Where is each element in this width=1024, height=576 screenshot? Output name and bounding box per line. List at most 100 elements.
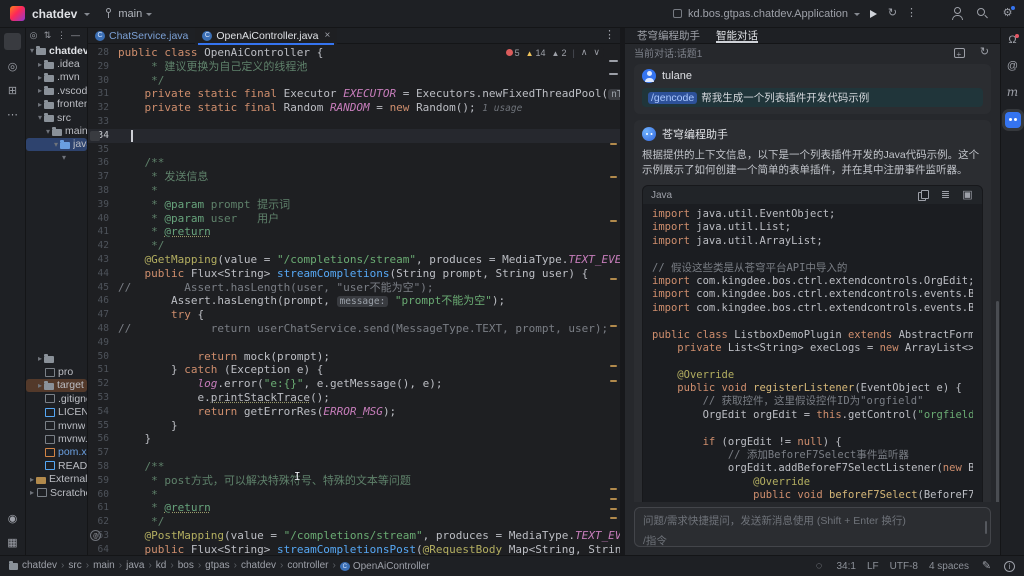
run-config-name[interactable]: kd.bos.gtpas.chatdev.Application — [688, 8, 848, 20]
tree-item[interactable]: .gitignore — [26, 392, 87, 405]
settings-icon[interactable]: ⚙ — [1001, 7, 1014, 20]
editor-line[interactable]: 54 return getErrorRes(ERROR_MSG); — [88, 405, 620, 419]
line-number[interactable]: 42 — [88, 239, 118, 253]
warning-count[interactable]: ▲14 — [526, 48, 546, 58]
breadcrumb-item[interactable]: java — [126, 560, 144, 571]
editor-line[interactable]: 40 * @param user 用户 — [88, 212, 620, 226]
breadcrumb-item[interactable]: controller — [287, 560, 328, 571]
tree-item[interactable]: LICENSE — [26, 406, 87, 419]
breadcrumb-item[interactable]: gtpas — [205, 560, 229, 571]
maven-icon[interactable]: m — [1006, 86, 1019, 99]
editor-line[interactable]: 61 * @return — [88, 501, 620, 515]
line-number[interactable]: 32 — [88, 101, 118, 115]
edit-mode-icon[interactable]: ✎ — [980, 560, 993, 573]
tree-item[interactable]: ▸ — [26, 352, 87, 365]
editor-line[interactable]: 29 * 建议更换为自己定义的线程池 — [88, 60, 620, 74]
line-number[interactable]: 46 — [88, 294, 118, 308]
editor-line[interactable]: 39 * @param prompt 提示词 — [88, 198, 620, 212]
tab-openaicontroller[interactable]: C OpenAiController.java × — [195, 28, 337, 44]
editor-line[interactable]: 51 } catch (Exception e) { — [88, 363, 620, 377]
tree-item[interactable]: ▸External Libraries — [26, 473, 87, 486]
breadcrumb-item[interactable]: chatdev — [241, 560, 276, 571]
line-number[interactable]: 56 — [88, 432, 118, 446]
line-number[interactable]: 61 — [88, 501, 118, 515]
tree-item[interactable]: ▸.vscode — [26, 84, 87, 97]
add-user-icon[interactable] — [951, 7, 964, 20]
tree-item[interactable]: ▾src — [26, 111, 87, 124]
run-icon[interactable] — [867, 7, 880, 20]
editor-line[interactable]: 56 } — [88, 432, 620, 446]
editor-line[interactable]: 41 * @return — [88, 225, 620, 239]
rerun-icon[interactable]: ↻ — [886, 7, 899, 20]
editor-line[interactable]: 48// return userChatService.send(Message… — [88, 322, 620, 336]
chat-scrollbar[interactable] — [996, 301, 999, 502]
inspections-widget[interactable]: 5 ▲14 ▲2 | ∧ ∨ — [502, 47, 604, 58]
weak-warning-count[interactable]: ▲2 — [552, 48, 567, 58]
tree-item[interactable]: ▸Scratches and Consoles — [26, 486, 87, 499]
prev-problem-icon[interactable]: ∧ — [581, 47, 588, 58]
tree-item[interactable]: ▾java — [26, 138, 87, 151]
editor-line[interactable]: 52 log.error("e:{}", e.getMessage(), e); — [88, 377, 620, 391]
terminal-icon[interactable]: ▦ — [6, 537, 19, 550]
breadcrumb-item[interactable]: main — [93, 560, 115, 571]
inline-ai-icon[interactable]: @ — [90, 530, 101, 541]
breadcrumb-item[interactable]: bos — [178, 560, 194, 571]
editor-line[interactable]: 50 return mock(prompt); — [88, 350, 620, 364]
editor-line[interactable]: 59 * post方式，可以解决特殊符号、特殊的文本等问题 — [88, 474, 620, 488]
new-chat-icon[interactable] — [953, 46, 966, 59]
ide-logo-icon[interactable] — [10, 6, 25, 21]
editor-line[interactable]: 35 — [88, 143, 620, 157]
line-number[interactable]: 34 — [88, 129, 118, 143]
input-scrollbar[interactable] — [985, 521, 988, 534]
error-count[interactable]: 5 — [506, 48, 520, 58]
editor-line[interactable]: 47 try { — [88, 308, 620, 322]
info-icon[interactable] — [1004, 561, 1015, 572]
line-number[interactable]: 60 — [88, 488, 118, 502]
diff-icon[interactable]: ≣ — [939, 189, 952, 202]
line-number[interactable]: 45 — [88, 281, 118, 295]
more-icon[interactable]: ⋯ — [6, 109, 19, 122]
editor-line[interactable]: 43 @GetMapping(value = "/completions/str… — [88, 253, 620, 267]
editor-line[interactable]: 30 */ — [88, 74, 620, 88]
editor-line[interactable]: 32 private static final Random RANDOM = … — [88, 101, 620, 115]
breadcrumb-item[interactable]: chatdev — [22, 560, 57, 571]
project-icon[interactable] — [4, 33, 21, 50]
tree-item[interactable]: ▸.mvn — [26, 71, 87, 84]
ai-mentor-icon[interactable]: @ — [1006, 60, 1019, 73]
run-configuration-widget[interactable]: kd.bos.gtpas.chatdev.Application — [673, 8, 860, 20]
editor-line[interactable]: 31 private static final Executor EXECUTO… — [88, 87, 620, 101]
tab-chatservice[interactable]: C ChatService.java — [88, 28, 195, 44]
line-number[interactable]: 48 — [88, 322, 118, 336]
structure-icon[interactable]: ⊞ — [6, 85, 19, 98]
chat-input[interactable]: 问题/需求快捷提问，发送新消息使用 (Shift + Enter 换行) /指令 — [634, 507, 991, 547]
editor-more-icon[interactable]: ⋮ — [603, 29, 616, 42]
editor-line[interactable]: 49 — [88, 336, 620, 350]
line-number[interactable]: 54 — [88, 405, 118, 419]
tree-item[interactable]: ▾ — [26, 151, 87, 164]
expand-collapse-icon[interactable]: ⇅ — [42, 30, 53, 41]
editor-line[interactable]: 36 /** — [88, 156, 620, 170]
tree-item[interactable]: README.md — [26, 459, 87, 472]
project-widget[interactable]: chatdev — [32, 7, 77, 21]
line-ending[interactable]: LF — [867, 561, 879, 572]
indent-setting[interactable]: 4 spaces — [929, 561, 969, 572]
tree-item[interactable]: ▸.idea — [26, 57, 87, 70]
line-number[interactable]: 31 — [88, 87, 118, 101]
gutter-chip[interactable] — [90, 131, 100, 141]
line-number[interactable]: 53 — [88, 391, 118, 405]
line-number[interactable]: 62 — [88, 515, 118, 529]
commit-icon[interactable]: ◎ — [6, 61, 19, 74]
ai-chat-icon[interactable] — [1005, 112, 1021, 128]
line-number[interactable]: 57 — [88, 446, 118, 460]
line-number[interactable]: 30 — [88, 74, 118, 88]
tree-item[interactable]: pom.xml — [26, 446, 87, 459]
debug-icon[interactable]: ◉ — [6, 513, 19, 526]
code-block-body[interactable]: import java.util.EventObject;import java… — [643, 204, 982, 502]
line-number[interactable]: 36 — [88, 156, 118, 170]
line-number[interactable]: 39 — [88, 198, 118, 212]
line-number[interactable]: 58 — [88, 460, 118, 474]
line-number[interactable]: 44 — [88, 267, 118, 281]
editor-line[interactable]: 62 */ — [88, 515, 620, 529]
editor-line[interactable]: 44 public Flux<String> streamCompletions… — [88, 267, 620, 281]
caret-position[interactable]: 34:1 — [836, 561, 855, 572]
